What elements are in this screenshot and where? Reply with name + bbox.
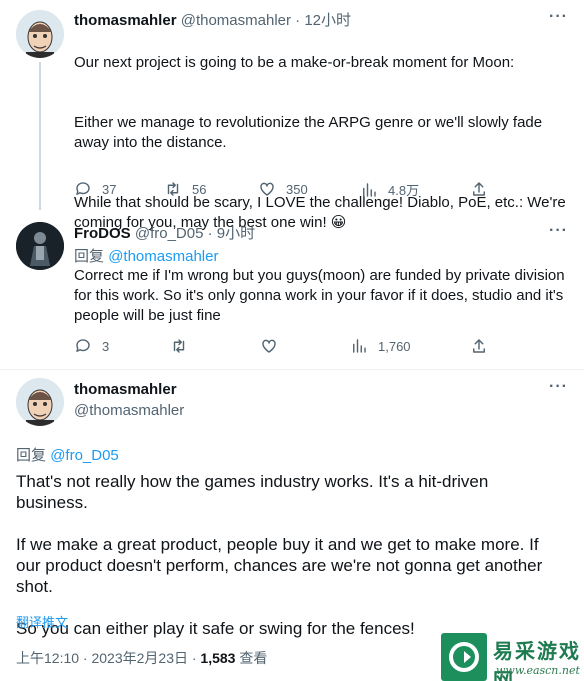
reply-count: 37 — [102, 181, 117, 197]
bar-chart-icon — [363, 182, 376, 197]
retweet-button[interactable]: 56 — [164, 180, 206, 198]
author-handle[interactable]: @thomasmahler — [181, 12, 291, 29]
cartoon-face-icon — [16, 10, 64, 58]
like-button[interactable] — [260, 337, 278, 355]
share-icon — [473, 339, 485, 353]
tweet-actions: 3 1,760 — [74, 337, 504, 357]
share-icon — [473, 182, 485, 196]
reply-context: 回复 @fro_D05 — [16, 444, 119, 465]
views-button[interactable]: 1,760 — [350, 337, 411, 355]
author-handle[interactable]: @fro_D05 — [135, 225, 204, 242]
views-button[interactable]: 4.8万 — [360, 180, 419, 199]
more-options-icon[interactable]: ··· — [549, 378, 568, 396]
reply-button[interactable]: 37 — [74, 180, 116, 198]
reply-context: 回复 @thomasmahler — [74, 245, 218, 266]
author-name[interactable]: thomasmahler — [74, 381, 177, 398]
heart-icon — [260, 182, 274, 196]
more-options-icon[interactable]: ··· — [549, 222, 568, 240]
tweet-thomasmahler-1[interactable]: thomasmahler @thomasmahler · 12小时 ··· Ou… — [0, 0, 584, 231]
more-options-icon[interactable]: ··· — [549, 8, 568, 26]
retweet-icon — [167, 182, 179, 196]
share-button[interactable] — [470, 337, 488, 355]
reply-button[interactable]: 3 — [74, 337, 109, 355]
reply-prefix: 回复 — [16, 447, 47, 464]
reply-icon — [76, 182, 90, 195]
share-button[interactable] — [470, 180, 488, 198]
timestamp[interactable]: 上午12:10 · 2023年2月23日 · — [16, 650, 200, 666]
avatar[interactable] — [16, 378, 64, 426]
tweet-meta: 上午12:10 · 2023年2月23日 · 1,583 查看 — [16, 648, 267, 668]
author-name[interactable]: thomasmahler — [74, 12, 177, 29]
cartoon-face-icon — [16, 378, 64, 426]
view-label: 查看 — [235, 650, 268, 666]
thread-line — [39, 62, 41, 210]
translate-link[interactable]: 翻译推文 — [16, 612, 68, 631]
reply-icon — [76, 339, 90, 352]
tweet-paragraph: Either we manage to revolutionize the AR… — [74, 114, 543, 151]
tweet-paragraph: That's not really how the games industry… — [16, 472, 489, 512]
tweet-time[interactable]: 12小时 — [304, 12, 351, 29]
like-count: 350 — [286, 181, 308, 197]
separator: · — [207, 225, 213, 242]
separator: · — [295, 12, 301, 29]
retweet-count: 56 — [192, 181, 207, 197]
tweet-actions: 37 56 350 4.8万 — [74, 180, 504, 200]
avatar[interactable] — [16, 10, 64, 58]
reply-to-link[interactable]: @thomasmahler — [108, 248, 218, 265]
tweet-time[interactable]: 9小时 — [217, 225, 255, 242]
reply-to-link[interactable]: @fro_D05 — [50, 447, 119, 464]
avatar[interactable] — [16, 222, 64, 270]
bar-chart-icon — [353, 339, 366, 353]
watermark-url: www.eascn.net — [496, 664, 580, 677]
reply-prefix: 回复 — [74, 248, 105, 265]
site-watermark: 易采游戏网 www.eascn.net — [441, 633, 584, 681]
tweet-frodos[interactable]: FroDOS @fro_D05 · 9小时 ··· 回复 @thomasmahl… — [0, 210, 584, 372]
tweet-paragraph: Our next project is going to be a make-o… — [74, 54, 515, 71]
author-handle[interactable]: @thomasmahler — [74, 402, 184, 419]
author-name[interactable]: FroDOS — [74, 225, 131, 242]
tweet-paragraph: If we make a great product, people buy i… — [16, 535, 543, 596]
retweet-button[interactable] — [170, 337, 188, 355]
like-button[interactable]: 350 — [258, 180, 308, 198]
view-count: 1,760 — [378, 338, 411, 354]
view-count: 4.8万 — [388, 183, 420, 198]
retweet-icon — [173, 339, 185, 353]
reply-count: 3 — [102, 338, 110, 354]
tweet-text: Correct me if I'm wrong but you guys(moo… — [74, 267, 565, 324]
site-logo-icon — [441, 633, 487, 681]
heart-icon — [262, 339, 276, 353]
character-avatar-icon — [16, 222, 64, 270]
view-count: 1,583 — [200, 650, 236, 666]
tweet-text: That's not really how the games industry… — [16, 471, 564, 639]
